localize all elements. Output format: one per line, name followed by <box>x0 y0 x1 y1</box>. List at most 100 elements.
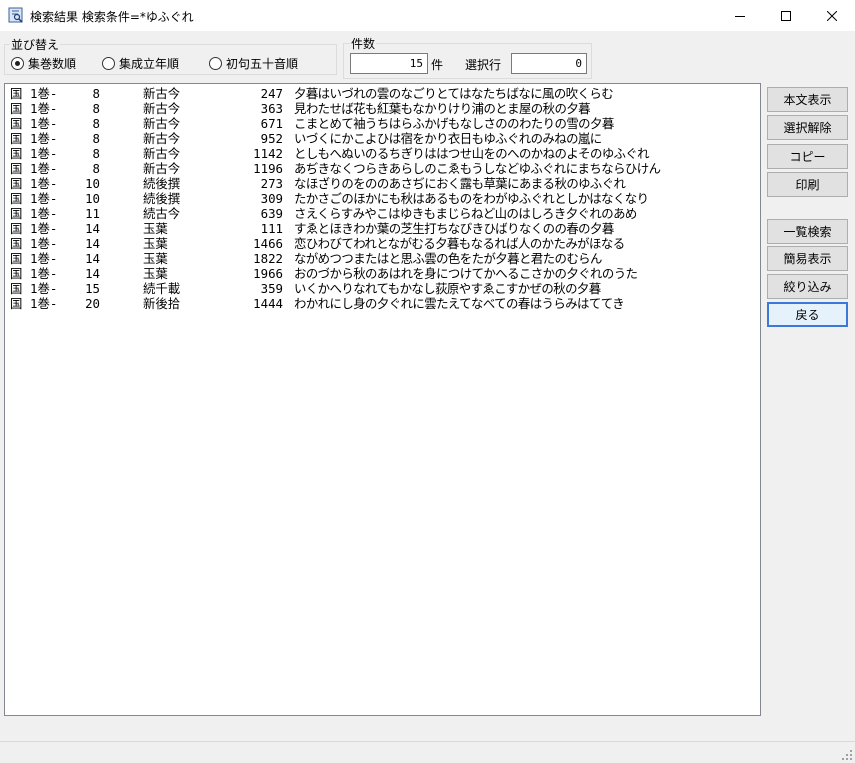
result-vol-cell: 1巻- <box>30 191 58 206</box>
result-poem-cell: いづくにかこよひは宿をかり衣日もゆふぐれのみねの嵐に <box>294 131 602 146</box>
result-row[interactable]: 国 1巻- 11 続古今 639 さえくらすみやこはゆきもまじらねど山のはしろき夕ぐれのあ… <box>5 206 760 221</box>
result-row[interactable]: 国 1巻- 14 玉葉 1966 おのづから秋のあはれを身につけてかへるこさかの夕ぐれのう… <box>5 266 760 281</box>
result-num-cell: 14 <box>85 266 100 281</box>
result-coll-cell: 新古今 <box>143 161 181 176</box>
result-vol-cell: 1巻- <box>30 296 58 311</box>
result-no-cell: 359 <box>260 281 283 296</box>
view-text-button[interactable]: 本文表示 <box>767 87 848 112</box>
resize-grip-icon[interactable] <box>841 749 853 761</box>
result-num-cell: 10 <box>85 176 100 191</box>
count-group-label: 件数 <box>350 35 377 52</box>
result-num-cell: 14 <box>85 221 100 236</box>
simple-view-button[interactable]: 簡易表示 <box>767 246 848 271</box>
result-row[interactable]: 国 1巻- 10 続後撰 273 なほざりのをののあさぢにおく露も草葉にあまる秋のゆふぐれ <box>5 176 760 191</box>
result-row[interactable]: 国 1巻- 8 新古今 671 こまとめて袖うちはらふかげもなしさののわたりの雪の夕暮 <box>5 116 760 131</box>
result-row[interactable]: 国 1巻- 8 新古今 1142 としもへぬいのるちぎりははつせ山をのへのかねのよそのゆふ… <box>5 146 760 161</box>
result-poem-cell: 恋ひわびてわれとながむる夕暮もなるれば人のかたみがほなる <box>294 236 625 251</box>
book-search-icon[interactable] <box>8 7 24 23</box>
deselect-button[interactable]: 選択解除 <box>767 115 848 140</box>
result-num-cell: 10 <box>85 191 100 206</box>
result-no-cell: 952 <box>260 131 283 146</box>
selected-row-field: 0 <box>511 53 587 74</box>
result-poem-cell: いくかへりなれてもかなし荻原やすゑこすかぜの秋の夕暮 <box>294 281 601 296</box>
result-kuni-cell: 国 <box>10 176 23 191</box>
result-vol-cell: 1巻- <box>30 131 58 146</box>
print-button[interactable]: 印刷 <box>767 172 848 197</box>
results-list[interactable]: 国 1巻- 8 新古今 247 夕暮はいづれの雲のなごりとてはなたちばなに風の吹くらむ国 1… <box>4 83 761 716</box>
result-kuni-cell: 国 <box>10 296 23 311</box>
result-no-cell: 1966 <box>253 266 283 281</box>
result-row[interactable]: 国 1巻- 10 続後撰 309 たかさごのほかにも秋はあるものをわがゆふぐれとしかはなく… <box>5 191 760 206</box>
result-no-cell: 1196 <box>253 161 283 176</box>
sort-option-year[interactable]: 集成立年順 <box>102 55 179 72</box>
result-poem-cell: なほざりのをののあさぢにおく露も草葉にあまる秋のゆふぐれ <box>294 176 626 191</box>
result-num-cell: 8 <box>92 131 100 146</box>
result-row[interactable]: 国 1巻- 15 続千載 359 いくかへりなれてもかなし荻原やすゑこすかぜの秋の夕暮 <box>5 281 760 296</box>
result-coll-cell: 新古今 <box>143 116 181 131</box>
minimize-icon <box>735 15 745 17</box>
radio-selected-icon <box>11 57 24 70</box>
result-num-cell: 15 <box>85 281 100 296</box>
sort-option-volume[interactable]: 集巻数順 <box>11 55 76 72</box>
list-search-button[interactable]: 一覧検索 <box>767 219 848 244</box>
result-vol-cell: 1巻- <box>30 146 58 161</box>
result-kuni-cell: 国 <box>10 116 23 131</box>
result-num-cell: 11 <box>85 206 100 221</box>
title-bar: 検索結果 検索条件=*ゆふぐれ <box>0 0 855 31</box>
result-kuni-cell: 国 <box>10 266 23 281</box>
result-vol-cell: 1巻- <box>30 221 58 236</box>
result-coll-cell: 続後撰 <box>143 191 181 206</box>
sort-option-syllabary[interactable]: 初句五十音順 <box>209 55 298 72</box>
result-kuni-cell: 国 <box>10 146 23 161</box>
selected-row-label: 選択行 <box>465 58 502 72</box>
result-kuni-cell: 国 <box>10 101 23 116</box>
result-kuni-cell: 国 <box>10 281 23 296</box>
result-poem-cell: こまとめて袖うちはらふかげもなしさののわたりの雪の夕暮 <box>294 116 614 131</box>
copy-button[interactable]: コピー <box>767 144 848 169</box>
result-num-cell: 8 <box>92 116 100 131</box>
result-vol-cell: 1巻- <box>30 281 58 296</box>
result-kuni-cell: 国 <box>10 206 23 221</box>
back-button[interactable]: 戻る <box>767 302 848 327</box>
close-button[interactable] <box>809 0 855 31</box>
result-vol-cell: 1巻- <box>30 116 58 131</box>
maximize-icon <box>781 10 791 21</box>
result-kuni-cell: 国 <box>10 251 23 266</box>
result-poem-cell: 夕暮はいづれの雲のなごりとてはなたちばなに風の吹くらむ <box>294 86 614 101</box>
sort-group-label: 並び替え <box>10 36 61 53</box>
result-num-cell: 8 <box>92 101 100 116</box>
sort-option-label: 初句五十音順 <box>226 57 299 71</box>
result-coll-cell: 続古今 <box>143 206 181 221</box>
result-vol-cell: 1巻- <box>30 266 58 281</box>
result-no-cell: 247 <box>260 86 283 101</box>
result-row[interactable]: 国 1巻- 14 玉葉 1466 恋ひわびてわれとながむる夕暮もなるれば人のかたみがほなる <box>5 236 760 251</box>
result-row[interactable]: 国 1巻- 14 玉葉 1822 ながめつつまたはと思ふ雲の色をたが夕暮と君たのむらん <box>5 251 760 266</box>
result-no-cell: 363 <box>260 101 283 116</box>
result-no-cell: 273 <box>260 176 283 191</box>
result-no-cell: 1466 <box>253 236 283 251</box>
result-row[interactable]: 国 1巻- 8 新古今 1196 あぢきなくつらきあらしのこゑもうしなどゆふぐれにまちなら… <box>5 161 760 176</box>
result-coll-cell: 続後撰 <box>143 176 181 191</box>
result-no-cell: 1142 <box>253 146 283 161</box>
result-row[interactable]: 国 1巻- 14 玉葉 111 すゑとほきわか葉の芝生打ちなびきひばりなくのの春の夕暮 <box>5 221 760 236</box>
result-row[interactable]: 国 1巻- 20 新後拾 1444 わかれにし身の夕ぐれに雲たえてなべての春はうらみはてて… <box>5 296 760 311</box>
result-vol-cell: 1巻- <box>30 236 58 251</box>
result-row[interactable]: 国 1巻- 8 新古今 363 見わたせば花も紅葉もなかりけり浦のとま屋の秋の夕暮 <box>5 101 760 116</box>
maximize-button[interactable] <box>763 0 809 31</box>
result-coll-cell: 玉葉 <box>143 236 168 251</box>
result-row[interactable]: 国 1巻- 8 新古今 952 いづくにかこよひは宿をかり衣日もゆふぐれのみねの嵐に <box>5 131 760 146</box>
result-vol-cell: 1巻- <box>30 176 58 191</box>
count-field: 15 <box>350 53 428 74</box>
result-poem-cell: すゑとほきわか葉の芝生打ちなびきひばりなくのの春の夕暮 <box>294 221 614 236</box>
narrow-button[interactable]: 絞り込み <box>767 274 848 299</box>
result-poem-cell: さえくらすみやこはゆきもまじらねど山のはしろき夕ぐれのあめ <box>294 206 637 221</box>
close-icon <box>827 10 837 21</box>
result-coll-cell: 新古今 <box>143 146 181 161</box>
sort-option-label: 集巻数順 <box>28 57 77 71</box>
result-row[interactable]: 国 1巻- 8 新古今 247 夕暮はいづれの雲のなごりとてはなたちばなに風の吹くらむ <box>5 86 760 101</box>
result-no-cell: 309 <box>260 191 283 206</box>
result-num-cell: 8 <box>92 86 100 101</box>
result-kuni-cell: 国 <box>10 191 23 206</box>
minimize-button[interactable] <box>717 0 763 31</box>
result-num-cell: 14 <box>85 236 100 251</box>
